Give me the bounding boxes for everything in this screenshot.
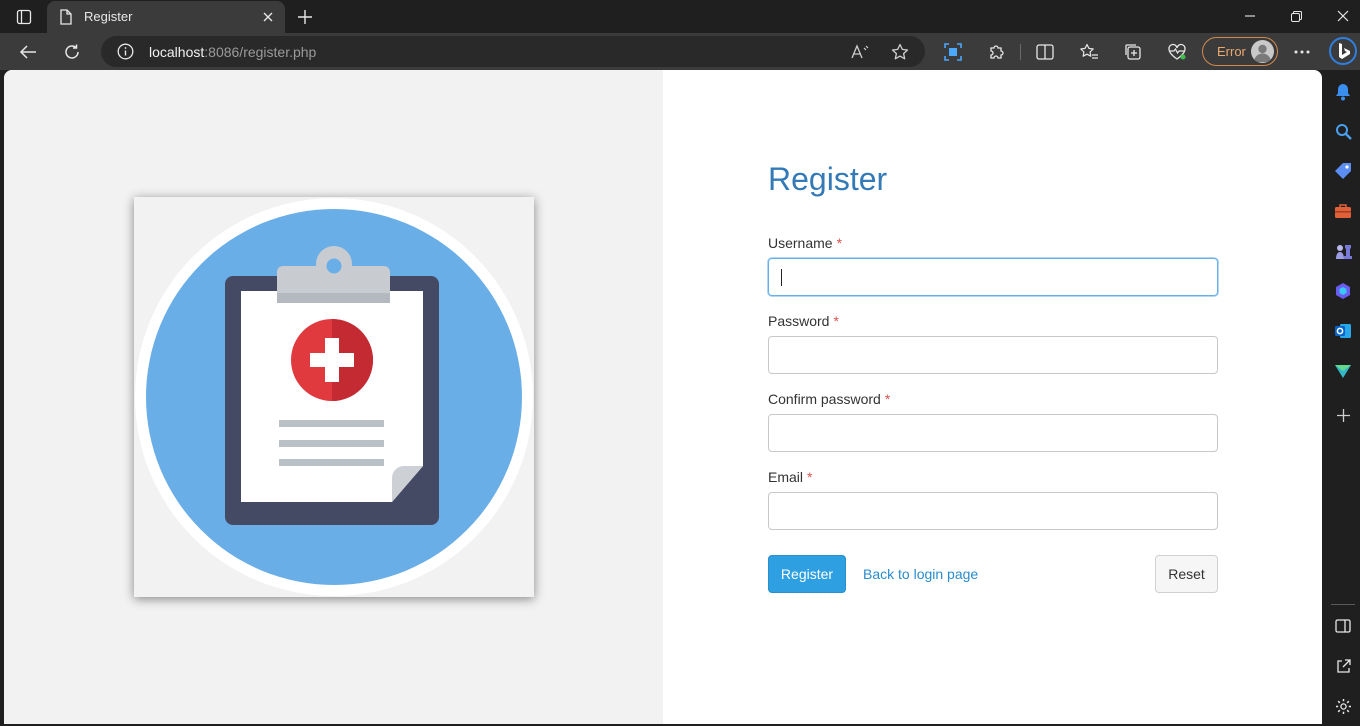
- profile-status-text: Error: [1217, 44, 1246, 59]
- favorites-button[interactable]: [1075, 38, 1103, 66]
- confirm-password-input[interactable]: [768, 414, 1218, 452]
- sidebar-settings-button[interactable]: [1331, 694, 1355, 718]
- required-mark: *: [836, 235, 843, 251]
- tab-strip: Register: [0, 0, 1360, 33]
- copilot-button[interactable]: [1328, 36, 1358, 66]
- restore-icon: [1290, 10, 1302, 22]
- refresh-button[interactable]: [58, 38, 86, 66]
- search-icon: [1335, 123, 1352, 140]
- username-label: Username *: [768, 235, 843, 251]
- sidebar-open-external-button[interactable]: [1331, 654, 1355, 678]
- sidebar-hide-button[interactable]: [1331, 614, 1355, 638]
- outlook-icon: [1335, 324, 1351, 338]
- username-input[interactable]: [768, 258, 1218, 296]
- close-icon: [263, 12, 273, 22]
- minimize-button[interactable]: [1227, 3, 1273, 29]
- medical-clipboard-image: [134, 197, 534, 597]
- sidebar-drop-button[interactable]: [1331, 359, 1355, 383]
- close-window-button[interactable]: [1320, 3, 1360, 29]
- register-button[interactable]: Register: [768, 555, 846, 593]
- split-screen-icon: [1036, 44, 1054, 60]
- avatar: [1251, 40, 1274, 63]
- page-icon: [59, 9, 73, 30]
- address-bar[interactable]: localhost:8086/register.php: [101, 36, 925, 67]
- tag-icon: [1335, 163, 1351, 179]
- profile-error-button[interactable]: Error: [1202, 37, 1278, 66]
- text-caret: [781, 269, 782, 286]
- puzzle-icon: [990, 45, 1004, 59]
- tab-actions-icon: [16, 9, 32, 25]
- close-icon: [1337, 10, 1349, 22]
- sidebar-search-button[interactable]: [1331, 119, 1355, 143]
- sidebar-copilot-button[interactable]: [1331, 279, 1355, 303]
- more-dots-icon: [1294, 50, 1310, 54]
- sidebar-notifications-button[interactable]: [1331, 80, 1355, 104]
- favorites-list-icon: [1079, 43, 1098, 59]
- chess-piece-icon: [1336, 245, 1352, 259]
- read-aloud-button[interactable]: [847, 39, 873, 65]
- screenshot-button[interactable]: [939, 38, 967, 66]
- active-tab[interactable]: Register: [47, 1, 285, 33]
- toolbox-icon: [1335, 204, 1351, 218]
- new-tab-button[interactable]: [293, 5, 317, 29]
- register-form: Register Username * Password * Confirm pas…: [768, 160, 1218, 593]
- page-title: Register: [768, 161, 888, 197]
- page-content: Register Username * Password * Confirm pas…: [4, 70, 1322, 724]
- password-label: Password *: [768, 313, 839, 329]
- tab-actions-button[interactable]: [10, 6, 38, 28]
- heart-pulse-icon: [1168, 43, 1186, 60]
- email-label: Email *: [768, 469, 813, 485]
- bing-copilot-icon: [1329, 37, 1357, 65]
- url-text: localhost:8086/register.php: [149, 44, 317, 60]
- bell-icon: [1336, 84, 1350, 101]
- email-input[interactable]: [768, 492, 1218, 530]
- illustration-panel: [4, 70, 663, 724]
- confirm-password-label: Confirm password *: [768, 391, 891, 407]
- refresh-icon: [65, 44, 79, 59]
- arrow-left-icon: [19, 45, 36, 59]
- screen-capture-icon: [944, 43, 962, 61]
- sidebar-panel-icon: [1335, 619, 1351, 633]
- settings-more-button[interactable]: [1288, 38, 1316, 66]
- back-button[interactable]: [14, 38, 42, 66]
- restore-button[interactable]: [1273, 3, 1319, 29]
- external-link-icon: [1336, 658, 1351, 673]
- toolbar-divider: [1020, 44, 1021, 60]
- sidebar-shopping-button[interactable]: [1331, 159, 1355, 183]
- collections-icon: [1125, 44, 1141, 60]
- read-aloud-icon: [851, 44, 869, 59]
- minimize-icon: [1245, 15, 1255, 17]
- password-input[interactable]: [768, 336, 1218, 374]
- sidebar-add-button[interactable]: [1331, 403, 1355, 427]
- favorite-button[interactable]: [887, 39, 913, 65]
- sidebar-tools-button[interactable]: [1331, 199, 1355, 223]
- back-to-login-link[interactable]: Back to login page: [863, 566, 978, 582]
- required-mark: *: [807, 469, 813, 485]
- star-icon: [891, 43, 909, 60]
- required-mark: *: [884, 391, 891, 407]
- collections-button[interactable]: [1119, 38, 1147, 66]
- plus-icon: [1336, 408, 1350, 422]
- sidebar-games-button[interactable]: [1331, 239, 1355, 263]
- plus-icon: [298, 10, 312, 24]
- gear-icon: [1335, 698, 1351, 714]
- split-screen-button[interactable]: [1031, 38, 1059, 66]
- sidebar-outlook-button[interactable]: [1331, 319, 1355, 343]
- browser-essentials-button[interactable]: [1163, 38, 1191, 66]
- extensions-button[interactable]: [983, 38, 1011, 66]
- browser-toolbar: localhost:8086/register.php Error: [0, 33, 1360, 70]
- site-info-icon[interactable]: [117, 43, 134, 65]
- tab-close-button[interactable]: [259, 8, 277, 26]
- sidebar-divider: [1331, 604, 1355, 605]
- reset-button[interactable]: Reset: [1155, 555, 1218, 593]
- paper-plane-icon: [1335, 365, 1351, 378]
- copilot-icon: [1336, 283, 1350, 299]
- tab-title: Register: [84, 9, 133, 24]
- edge-sidebar: [1326, 70, 1360, 726]
- required-mark: *: [833, 313, 839, 329]
